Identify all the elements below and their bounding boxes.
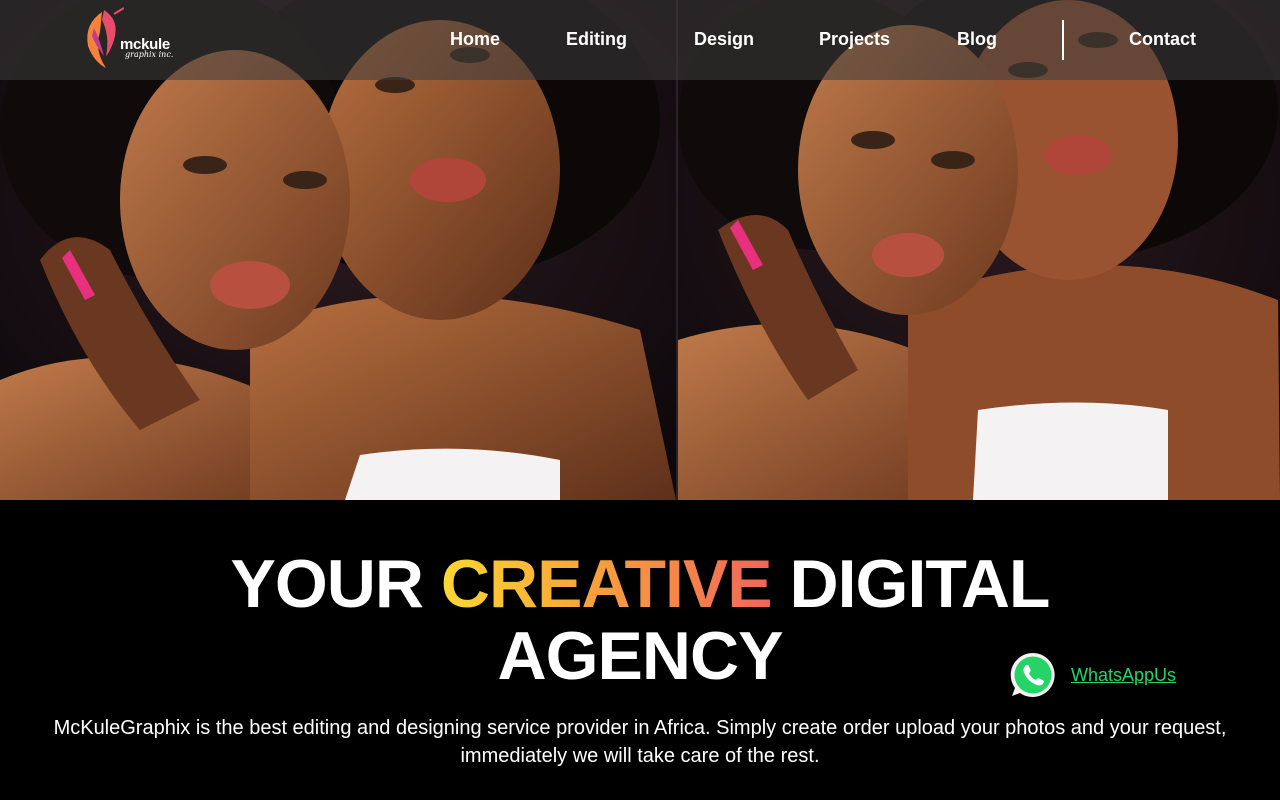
whatsapp-label: WhatsAppUs (1071, 664, 1177, 685)
whatsapp-link[interactable]: WhatsAppUs (1008, 650, 1176, 700)
brand-logo[interactable]: mckule graphix inc. (80, 6, 200, 72)
headline-part2: DIGITAL (771, 546, 1051, 622)
nav-home[interactable]: Home (450, 29, 500, 50)
nav-contact[interactable]: Contact (1129, 29, 1196, 50)
brand-tagline: graphix inc. (125, 50, 174, 59)
nav-design[interactable]: Design (694, 29, 754, 50)
nav-projects[interactable]: Projects (819, 29, 890, 50)
headline-line2: AGENCY (497, 618, 784, 694)
logo-butterfly-icon (87, 7, 124, 68)
nav-editing[interactable]: Editing (566, 29, 627, 50)
top-navbar: mckule graphix inc. Home Editing Design … (0, 0, 1280, 80)
whatsapp-icon (1010, 652, 1055, 697)
nav-blog[interactable]: Blog (957, 29, 997, 50)
headline-part1: YOUR (230, 546, 441, 622)
headline-highlight: CREATIVE (440, 546, 773, 622)
nav-divider (1062, 20, 1064, 60)
hero-description: McKuleGraphix is the best editing and de… (53, 717, 1227, 767)
